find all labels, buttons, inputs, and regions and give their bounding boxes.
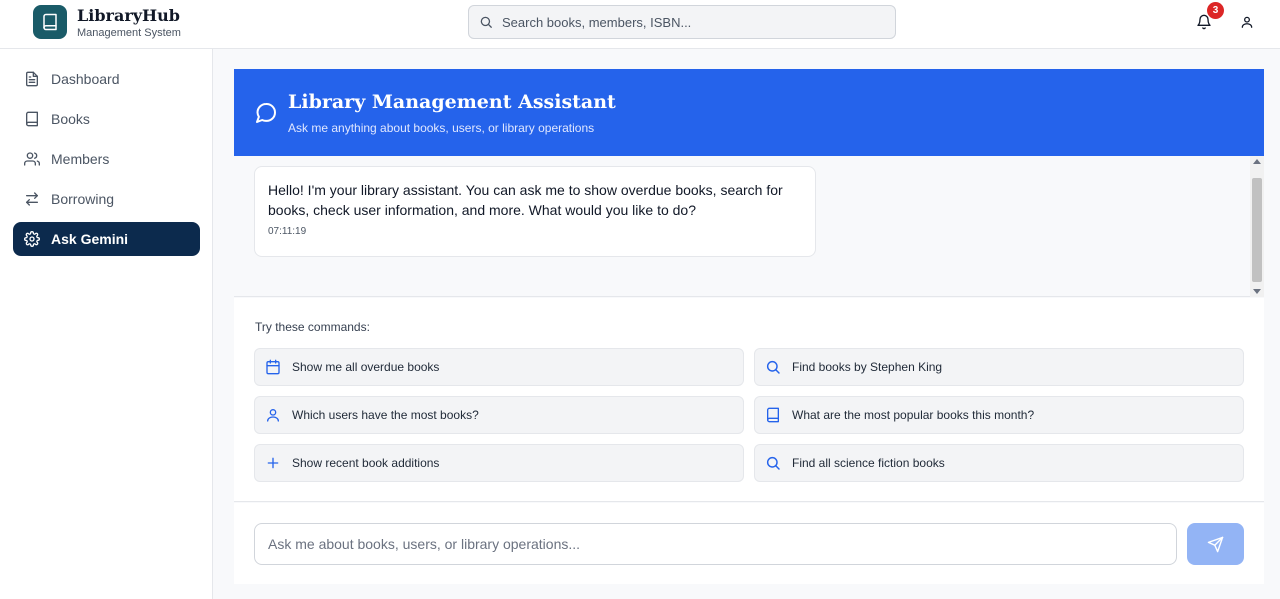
chat-header: Library Management Assistant Ask me anyt… (234, 69, 1264, 156)
book-icon (43, 13, 57, 31)
command-button[interactable]: What are the most popular books this mon… (754, 396, 1244, 434)
gear-icon (24, 231, 40, 247)
top-header: LibraryHub Management System 3 (0, 0, 1280, 49)
command-text: What are the most popular books this mon… (792, 408, 1035, 422)
sidebar-item-label: Borrowing (51, 191, 115, 207)
document-icon (26, 71, 38, 87)
scrollbar[interactable] (1250, 156, 1264, 297)
chat-subtitle: Ask me anything about books, users, or l… (288, 121, 595, 135)
chat-title: Library Management Assistant (288, 91, 616, 113)
sidebar: Dashboard Books Members Borrowing Ask Ge… (0, 49, 213, 599)
command-text: Find all science fiction books (792, 456, 945, 470)
sidebar-item-borrowing[interactable]: Borrowing (13, 182, 200, 216)
send-button[interactable] (1187, 523, 1244, 565)
chat-bubble-icon (256, 103, 277, 123)
sidebar-item-label: Dashboard (51, 71, 120, 87)
arrows-icon (26, 192, 38, 206)
command-text: Find books by Stephen King (792, 360, 943, 374)
logo[interactable] (33, 5, 67, 39)
command-text: Which users have the most books? (292, 408, 479, 422)
search-icon (480, 16, 492, 28)
message-composer (234, 503, 1264, 584)
command-text: Show recent book additions (292, 456, 440, 470)
command-button[interactable]: Show me all overdue books (254, 348, 744, 386)
user-icon[interactable] (1240, 15, 1254, 29)
sidebar-item-label: Ask Gemini (51, 231, 129, 247)
calendar-icon (266, 359, 280, 375)
sidebar-item-ask-gemini[interactable]: Ask Gemini (13, 222, 200, 256)
book-icon (767, 407, 779, 423)
search-icon (766, 360, 780, 374)
message-list[interactable]: Hello! I'm your library assistant. You c… (234, 156, 1264, 297)
search-bar[interactable] (468, 5, 896, 39)
sidebar-item-label: Members (51, 151, 110, 167)
sidebar-item-dashboard[interactable]: Dashboard (13, 62, 200, 96)
users-icon (24, 152, 40, 166)
sidebar-item-label: Books (51, 111, 90, 127)
book-icon (26, 111, 38, 127)
scroll-thumb[interactable] (1252, 178, 1262, 282)
command-button[interactable]: Find all science fiction books (754, 444, 1244, 482)
app-subtitle: Management System (77, 27, 181, 39)
assistant-message: Hello! I'm your library assistant. You c… (254, 166, 816, 257)
app-name: LibraryHub (77, 6, 180, 25)
notification-badge: 3 (1207, 2, 1224, 19)
suggested-commands: Try these commands: Show me all overdue … (234, 298, 1264, 502)
command-button[interactable]: Show recent book additions (254, 444, 744, 482)
sidebar-item-members[interactable]: Members (13, 142, 200, 176)
command-button[interactable]: Which users have the most books? (254, 396, 744, 434)
search-icon (766, 456, 780, 470)
user-icon (267, 409, 279, 422)
command-button[interactable]: Find books by Stephen King (754, 348, 1244, 386)
sidebar-item-books[interactable]: Books (13, 102, 200, 136)
plus-icon (267, 457, 279, 469)
command-text: Show me all overdue books (292, 360, 440, 374)
scroll-up-arrow-icon[interactable] (1253, 159, 1261, 164)
send-icon (1207, 536, 1224, 552)
scroll-down-arrow-icon[interactable] (1253, 289, 1261, 294)
message-input[interactable] (254, 523, 1177, 565)
commands-label: Try these commands: (255, 320, 370, 334)
message-text: Hello! I'm your library assistant. You c… (268, 182, 783, 218)
message-timestamp: 07:11:19 (268, 226, 307, 237)
search-input[interactable] (502, 14, 872, 30)
